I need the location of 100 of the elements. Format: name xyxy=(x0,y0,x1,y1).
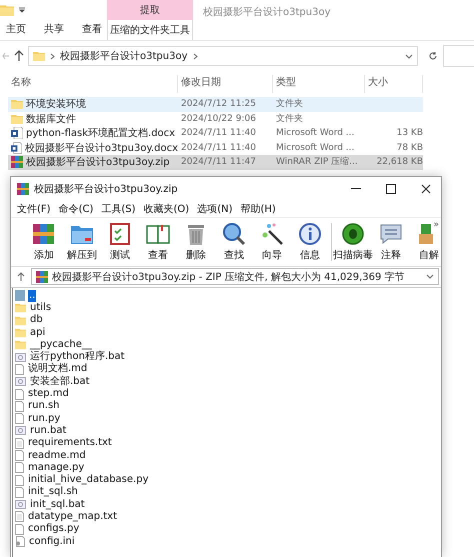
settings-file-icon xyxy=(15,536,25,548)
file-row[interactable]: 校园摄影平台设计o3tpu3oy.docx 2024/7/11 11:40 Microsoft Word ... 78 KB xyxy=(8,140,423,155)
file-name[interactable]: run.sh xyxy=(27,400,61,412)
toolbar-button[interactable]: 解压到 xyxy=(63,218,101,264)
checklist-icon xyxy=(108,222,132,246)
toolbar-button[interactable]: 查看 xyxy=(139,218,177,264)
file-size: 22,618 KB xyxy=(376,156,423,168)
refresh-icon[interactable] xyxy=(428,51,438,61)
speech-bubble-icon xyxy=(379,222,403,246)
menu-item[interactable]: 命令(C) xyxy=(58,202,94,216)
menu-item[interactable]: 工具(S) xyxy=(101,202,136,216)
up-arrow-icon[interactable] xyxy=(14,50,24,62)
file-name[interactable]: db xyxy=(29,314,44,326)
toolbar-button[interactable]: 删除 xyxy=(177,218,215,264)
modified-date: 2024/7/11 11:47 xyxy=(181,156,256,168)
file-name[interactable]: 运行python程序.bat xyxy=(29,351,126,364)
window-title: 校园摄影平台设计o3tpu3oy.zip xyxy=(34,182,179,196)
menu-item[interactable]: 选项(N) xyxy=(197,202,232,216)
archive-icon xyxy=(11,156,23,168)
chevron-right-icon xyxy=(192,52,198,60)
column-header[interactable]: 大小 xyxy=(365,75,423,93)
file-name[interactable]: config.ini xyxy=(28,536,76,548)
minimize-icon xyxy=(351,188,361,190)
file-icon xyxy=(15,413,24,424)
file-type: 文件夹 xyxy=(276,112,303,125)
file-name[interactable]: api xyxy=(29,326,46,339)
toolbar-button[interactable]: 测试 xyxy=(101,218,139,264)
menu-item[interactable]: 收藏夹(O) xyxy=(144,202,190,216)
context-tab-group: 提取 xyxy=(107,0,193,20)
ribbon-tab[interactable]: 查看 xyxy=(80,21,104,39)
file-icon xyxy=(15,388,24,400)
menu-item[interactable]: 帮助(H) xyxy=(240,202,276,216)
more-tools[interactable]: » xyxy=(433,220,439,230)
file-type: WinRAR ZIP 压缩... xyxy=(276,156,358,168)
file-name[interactable]: 安装全部.bat xyxy=(29,376,91,388)
file-name[interactable]: manage.py xyxy=(27,462,86,474)
toolbar-button[interactable]: 扫描病毒 xyxy=(334,218,372,264)
folder-icon xyxy=(15,314,26,326)
address-bar[interactable]: 校园摄影平台设计o3tpu3oy xyxy=(28,46,418,66)
file-name[interactable]: 说明文档.md xyxy=(27,363,88,376)
folder-icon xyxy=(15,327,26,338)
batch-file-icon xyxy=(15,425,26,436)
file-name[interactable]: init_sql.sh xyxy=(27,486,79,498)
file-name: 环境安装环境 xyxy=(26,98,86,112)
chevron-down-icon[interactable] xyxy=(405,54,413,58)
file-name[interactable]: readme.md xyxy=(27,450,87,462)
file-type: Microsoft Word ... xyxy=(276,127,354,140)
toolbar-button[interactable]: 信息 xyxy=(291,218,329,264)
books-icon xyxy=(32,222,56,246)
address-bar[interactable]: 校园摄影平台设计o3tpu3oy.zip - ZIP 压缩文件, 解包大小为 41,029,369 字节 xyxy=(31,268,439,285)
ribbon-tab[interactable]: 压缩的文件夹工具 xyxy=(107,20,193,40)
toolbar-button[interactable]: 注释 xyxy=(372,218,410,264)
file-name[interactable]: .. xyxy=(28,290,36,302)
modified-date: 2024/7/11 11:40 xyxy=(181,127,256,140)
file-row[interactable]: 环境安装环境 2024/7/12 11:25 文件夹 xyxy=(8,97,423,112)
file-name[interactable]: __pycache__ xyxy=(29,338,93,351)
file-name[interactable]: configs.py xyxy=(27,523,80,536)
toolbar-button[interactable]: 查找 xyxy=(215,218,253,264)
file-name: 校园摄影平台设计o3tpu3oy.zip xyxy=(26,156,170,170)
folder-icon xyxy=(11,112,23,125)
folder-icon xyxy=(15,302,26,314)
file-name[interactable]: utils xyxy=(29,302,52,314)
batch-file-icon xyxy=(15,499,26,510)
ribbon-tab[interactable]: 共享 xyxy=(42,21,66,39)
file-name[interactable]: initial_hive_database.py xyxy=(27,474,150,486)
word-document-icon xyxy=(11,142,22,154)
file-icon xyxy=(15,450,24,461)
maximize-icon xyxy=(386,184,396,194)
file-name: 校园摄影平台设计o3tpu3oy.docx xyxy=(24,142,178,155)
menu-item[interactable]: 文件(F) xyxy=(17,202,51,216)
close-icon xyxy=(421,184,431,194)
file-name: 数据库文件 xyxy=(26,112,76,126)
chevron-right-icon xyxy=(50,52,55,60)
file-name[interactable]: datatype_map.txt xyxy=(27,510,118,523)
file-name[interactable]: run.py xyxy=(27,412,62,425)
file-row[interactable]: python-flask环境配置文档.docx 2024/7/11 11:40 Microsoft Word ... 13 KB xyxy=(8,126,423,140)
toolbar-button[interactable]: 向导 xyxy=(253,218,291,264)
text-file-icon xyxy=(15,511,24,522)
batch-file-icon xyxy=(15,376,26,388)
folder-icon xyxy=(0,3,14,17)
file-row[interactable]: 数据库文件 2024/10/22 9:06 文件夹 xyxy=(8,112,423,126)
dropdown-icon[interactable] xyxy=(18,6,26,14)
file-name[interactable]: run.bat xyxy=(29,424,68,437)
file-type: Microsoft Word ... xyxy=(276,142,354,154)
file-type: 文件夹 xyxy=(276,98,303,110)
toolbar-button[interactable]: 添加 xyxy=(25,218,63,264)
ribbon-tab[interactable]: 主页 xyxy=(4,21,28,39)
search-field[interactable] xyxy=(443,45,474,67)
column-header[interactable]: 类型 xyxy=(273,75,365,93)
file-row[interactable]: 校园摄影平台设计o3tpu3oy.zip 2024/7/11 11:47 WinRAR ZIP 压缩... 22,618 KB xyxy=(8,155,423,170)
address-path: 校园摄影平台设计o3tpu3oy.zip - ZIP 压缩文件, 解包大小为 41,029,369 字节 xyxy=(52,270,406,284)
column-header[interactable]: 名称 xyxy=(8,75,178,93)
chevron-down-icon[interactable] xyxy=(426,274,434,279)
file-name[interactable]: step.md xyxy=(27,388,70,400)
folder-icon xyxy=(33,50,45,62)
file-name[interactable]: init_sql.bat xyxy=(29,498,86,511)
parent-folder-icon xyxy=(15,290,25,302)
file-name[interactable]: requirements.txt xyxy=(27,437,113,450)
up-arrow-icon[interactable] xyxy=(17,272,25,282)
column-header[interactable]: 修改日期 xyxy=(178,75,273,93)
